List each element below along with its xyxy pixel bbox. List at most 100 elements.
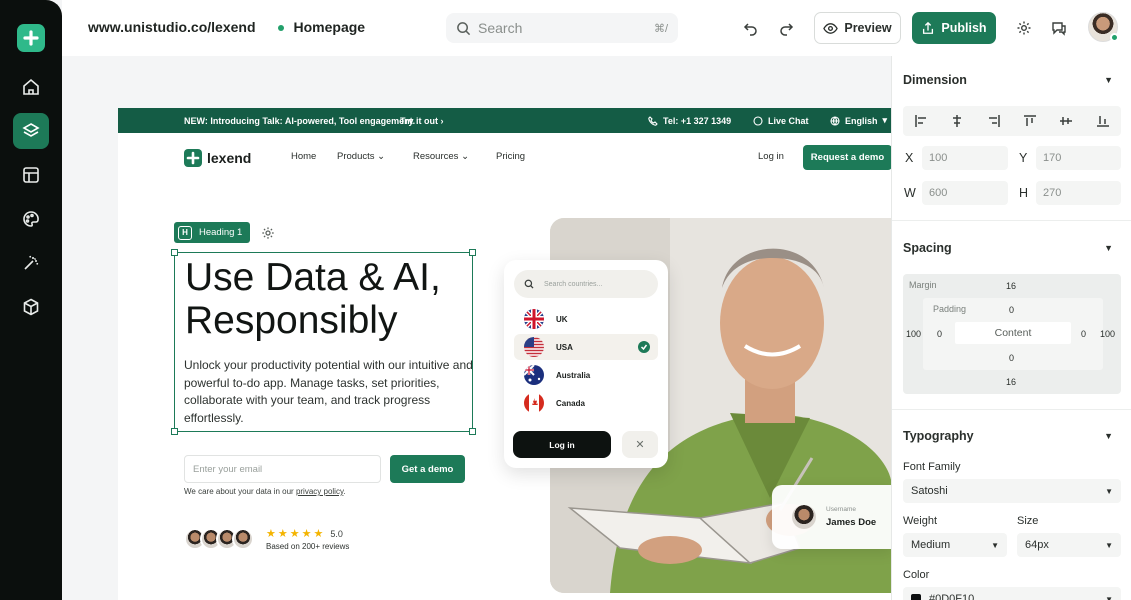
reviews-count: Based on 200+ reviews <box>266 542 350 551</box>
hero-heading[interactable]: Use Data & AI, Responsibly <box>185 256 475 342</box>
resize-handle-top-left[interactable] <box>171 249 178 256</box>
size-select[interactable]: 64px ▼ <box>1017 533 1121 557</box>
page-selector[interactable]: Homepage <box>277 19 365 35</box>
align-top-icon[interactable] <box>1023 114 1037 128</box>
h-field[interactable]: 270 <box>1036 181 1121 205</box>
magic-wand-icon[interactable] <box>13 245 49 281</box>
resize-handle-top-right[interactable] <box>469 249 476 256</box>
get-demo-button[interactable]: Get a demo <box>390 455 465 483</box>
site-url[interactable]: www.unistudio.co/lexend <box>88 19 256 35</box>
nav-home[interactable]: Home <box>291 151 316 162</box>
request-demo-button[interactable]: Request a demo <box>803 145 892 170</box>
nav-pricing[interactable]: Pricing <box>496 151 525 162</box>
country-search-input[interactable]: Search countries... <box>514 270 658 298</box>
redo-icon[interactable] <box>772 14 800 42</box>
padding-label: Padding <box>933 304 967 314</box>
resize-handle-bottom-right[interactable] <box>469 428 476 435</box>
search-input[interactable]: Search ⌘/ <box>446 13 678 43</box>
align-center-horizontal-icon[interactable] <box>950 114 964 128</box>
country-picker-card: Search countries... UK USA Australia Can… <box>504 260 668 468</box>
comments-icon[interactable] <box>1045 14 1073 42</box>
star-icon: ★ <box>301 528 312 540</box>
weight-select[interactable]: Medium ▼ <box>903 533 1007 557</box>
caret-down-icon[interactable]: ▼ <box>1104 243 1113 253</box>
margin-right-value[interactable]: 100 <box>1100 329 1115 339</box>
app-logo-icon[interactable] <box>17 24 45 52</box>
margin-left-value[interactable]: 100 <box>906 329 921 339</box>
site-brand[interactable]: lexend <box>184 149 251 167</box>
phone-link[interactable]: Tel: +1 327 1349 <box>648 116 731 126</box>
dimension-section-title[interactable]: Dimension <box>903 73 967 87</box>
caret-down-icon[interactable]: ▼ <box>1104 431 1113 441</box>
align-bottom-icon[interactable] <box>1096 114 1110 128</box>
color-label: Color <box>903 569 930 581</box>
palette-icon[interactable] <box>13 201 49 237</box>
chat-icon <box>753 115 763 126</box>
reviewer-avatars <box>184 528 254 550</box>
search-placeholder: Search <box>478 20 523 36</box>
nav-login[interactable]: Log in <box>758 151 784 162</box>
padding-bottom-value[interactable]: 0 <box>1009 353 1014 363</box>
chevron-down-icon: ▾ <box>882 115 888 125</box>
globe-icon <box>830 115 840 126</box>
align-left-icon[interactable] <box>914 114 928 128</box>
resize-handle-bottom-left[interactable] <box>171 428 178 435</box>
properties-panel: Dimension ▼ X 100 Y 170 W 600 H 270 Spac… <box>891 56 1131 600</box>
element-type-tag[interactable]: H Heading 1 <box>174 222 251 243</box>
font-family-select[interactable]: Satoshi ▼ <box>903 479 1121 503</box>
announcement-bar: NEW: Introducing Talk: AI-powered, Tool … <box>118 108 892 133</box>
layers-icon[interactable] <box>13 113 49 149</box>
undo-icon[interactable] <box>737 14 765 42</box>
nav-resources[interactable]: Resources ⌄ <box>413 151 469 162</box>
x-field[interactable]: 100 <box>922 146 1008 170</box>
cube-icon[interactable] <box>13 289 49 325</box>
avatar <box>792 505 816 529</box>
list-item[interactable]: UK <box>514 306 658 332</box>
privacy-policy-link[interactable]: privacy policy <box>296 487 343 496</box>
announcement-link[interactable]: Try it out › <box>400 116 444 126</box>
padding-right-value[interactable]: 0 <box>1081 329 1086 339</box>
email-field[interactable]: Enter your email <box>184 455 381 483</box>
phone-number: Tel: +1 327 1349 <box>663 115 732 126</box>
list-item[interactable]: Canada <box>514 390 658 416</box>
preview-label: Preview <box>844 21 892 35</box>
element-settings-gear-icon[interactable] <box>257 222 279 243</box>
y-label: Y <box>1019 151 1028 165</box>
y-field[interactable]: 170 <box>1036 146 1121 170</box>
margin-bottom-value[interactable]: 16 <box>1006 377 1016 387</box>
list-item[interactable]: USA <box>514 334 658 360</box>
nav-products[interactable]: Products ⌄ <box>337 151 385 162</box>
preview-button[interactable]: Preview <box>814 12 901 44</box>
spacing-section-title[interactable]: Spacing <box>903 241 952 255</box>
caret-down-icon: ▼ <box>991 540 999 550</box>
close-icon[interactable]: ✕ <box>622 431 658 458</box>
align-right-icon[interactable] <box>987 114 1001 128</box>
language-selector[interactable]: English ▾ <box>830 115 887 126</box>
align-center-vertical-icon[interactable] <box>1059 114 1073 128</box>
typography-section-title[interactable]: Typography <box>903 429 974 443</box>
card-login-button[interactable]: Log in <box>513 431 611 458</box>
status-dot-icon <box>277 25 284 32</box>
user-avatar[interactable] <box>1088 12 1119 42</box>
caret-down-icon[interactable]: ▼ <box>1104 75 1113 85</box>
color-select[interactable]: #0D0F10 ▼ <box>903 587 1121 600</box>
padding-top-value[interactable]: 0 <box>1009 305 1014 315</box>
element-tag-label: Heading 1 <box>199 227 243 238</box>
live-chat-link[interactable]: Live Chat <box>753 116 809 126</box>
brand-logo-icon <box>184 149 202 167</box>
list-item[interactable]: Australia <box>514 362 658 388</box>
caret-down-icon: ▼ <box>1105 594 1113 600</box>
language-label: English <box>845 115 878 126</box>
w-field[interactable]: 600 <box>922 181 1008 205</box>
color-value: #0D0F10 <box>929 593 975 600</box>
settings-gear-icon[interactable] <box>1010 14 1038 42</box>
user-card: Username James Doe <box>772 485 892 549</box>
eye-icon <box>823 22 839 34</box>
margin-top-value[interactable]: 16 <box>1006 281 1016 291</box>
publish-button[interactable]: Publish <box>912 12 996 44</box>
search-icon <box>524 279 534 289</box>
layout-icon[interactable] <box>13 157 49 193</box>
address-bar[interactable]: www.unistudio.co/lexend Homepage <box>78 9 375 45</box>
padding-left-value[interactable]: 0 <box>937 329 942 339</box>
home-icon[interactable] <box>13 69 49 105</box>
